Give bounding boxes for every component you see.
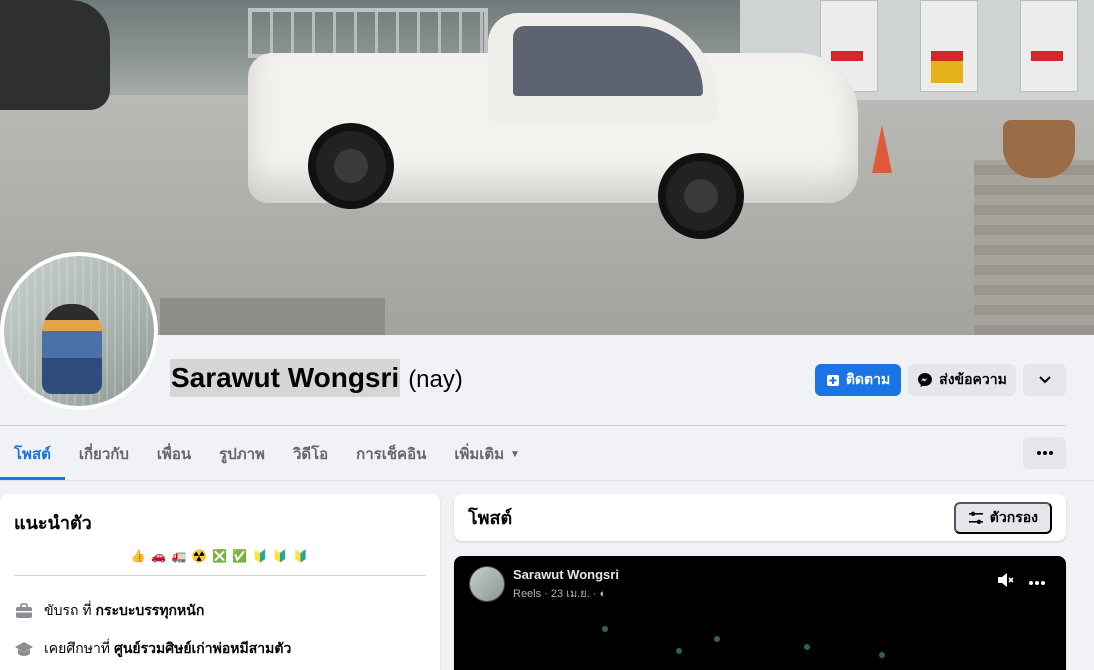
reel-author: Sarawut Wongsri Reels · 23 เม.ย. · ◐ [469,566,619,602]
posts-header-card: โพสต์ ตัวกรอง [454,494,1066,541]
truck-wheel [308,123,394,209]
reel-meta: Reels · 23 เม.ย. · ◐ [513,584,619,602]
tab-checkins[interactable]: การเช็คอิน [342,428,440,480]
graduation-cap-icon [14,639,34,659]
post-options-icon[interactable] [1029,572,1045,590]
avatar-person [42,304,102,394]
sliders-icon [968,511,983,524]
tab-videos[interactable]: วิดีโอ [279,428,342,480]
intro-work-prefix: ขับรถ ที่ [44,602,96,618]
reel-bokeh-dot [602,626,608,632]
message-button-label: ส่งข้อความ [939,371,1007,387]
ellipsis-icon [1036,451,1053,455]
globe-icon: ◐ [599,587,607,600]
posts-title: โพสต์ [468,508,513,528]
intro-work-row: ขับรถ ที่ กระบะบรรทุกหนัก [14,592,426,630]
cover-photo[interactable] [0,0,1094,335]
intro-work-text: ขับรถ ที่ กระบะบรรทุกหนัก [44,600,204,622]
truck-wheel [658,153,744,239]
cover-plant-pot [1003,120,1075,178]
profile-alternate-name: (nay) [408,366,463,393]
tab-label: เกี่ยวกับ [78,446,129,463]
reel-bokeh-dot [804,644,810,650]
reel-meta-text: Reels · 23 เม.ย. · [513,587,600,600]
tab-label: เพิ่มเติม [454,446,505,463]
reel-author-name[interactable]: Sarawut Wongsri [513,567,619,582]
follow-button-label: ติดตาม [845,371,891,387]
intro-education-text: เคยศึกษาที่ ศูนย์รวมศิษย์เก่าพ่อหมีสามตั… [44,638,291,660]
intro-title: แนะนำตัว [14,513,92,533]
tab-label: โพสต์ [14,446,51,463]
filter-button[interactable]: ตัวกรอง [953,501,1052,534]
cover-manhole [160,298,385,335]
reel-post[interactable]: Sarawut Wongsri Reels · 23 เม.ย. · ◐ [454,556,1066,670]
tab-posts[interactable]: โพสต์ [0,428,65,480]
chevron-down-icon [1038,376,1051,384]
briefcase-icon [14,601,34,621]
profile-avatar[interactable] [0,252,158,410]
header-divider [0,425,1066,426]
follow-button[interactable]: ติดตาม [815,364,901,396]
follow-icon [826,375,839,386]
intro-education-prefix: เคยศึกษาที่ [44,640,114,656]
intro-education-row: เคยศึกษาที่ ศูนย์รวมศิษย์เก่าพ่อหมีสามตั… [14,630,426,668]
tab-label: วิดีโอ [292,446,329,463]
tabs-overflow-button[interactable] [1023,437,1066,469]
cover-curb [974,160,1094,335]
cover-pickup-truck [238,8,878,248]
cover-fuel-pump [920,0,978,92]
messenger-icon [918,373,933,387]
profile-tabs: โพสต์ เกี่ยวกับ เพื่อน รูปภาพ วิดีโอ การ… [0,428,534,480]
profile-name-row: Sarawut Wongsri (nay) [170,359,463,397]
cover-fuel-pump [1020,0,1078,92]
intro-bio: 👍 🚗 🚛 ☢️ ❎ ✅ 🔰 🔰 🔰 [130,549,310,563]
mute-icon[interactable] [997,572,1015,593]
profile-more-button[interactable] [1023,364,1066,396]
message-button[interactable]: ส่งข้อความ [908,364,1016,396]
avatar-photo [4,256,154,406]
tab-friends[interactable]: เพื่อน [143,428,205,480]
reel-author-info: Sarawut Wongsri Reels · 23 เม.ย. · ◐ [513,567,619,602]
intro-divider [14,575,426,576]
tab-more[interactable]: เพิ่มเติม ▼ [440,428,534,480]
cover-dark-car [0,0,110,110]
intro-work-value[interactable]: กระบะบรรทุกหนัก [95,602,204,618]
reel-bokeh-dot [714,636,720,642]
caret-down-icon: ▼ [510,448,520,460]
truck-rack [248,8,488,58]
tab-label: เพื่อน [156,446,192,463]
tab-photos[interactable]: รูปภาพ [205,428,279,480]
filter-button-label: ตัวกรอง [989,508,1038,525]
tab-label: การเช็คอิน [356,446,427,463]
tabs-bottom-border [0,480,1094,481]
intro-card: แนะนำตัว 👍 🚗 🚛 ☢️ ❎ ✅ 🔰 🔰 🔰 ขับรถ ที่ กร… [0,494,440,670]
intro-education-value[interactable]: ศูนย์รวมศิษย์เก่าพ่อหมีสามตัว [114,640,291,656]
tab-about[interactable]: เกี่ยวกับ [65,428,143,480]
profile-name: Sarawut Wongsri [170,359,401,397]
reel-bokeh-dot [676,648,682,654]
reel-bokeh-dot [879,652,885,658]
tab-label: รูปภาพ [219,446,265,463]
reel-author-avatar[interactable] [469,566,505,602]
